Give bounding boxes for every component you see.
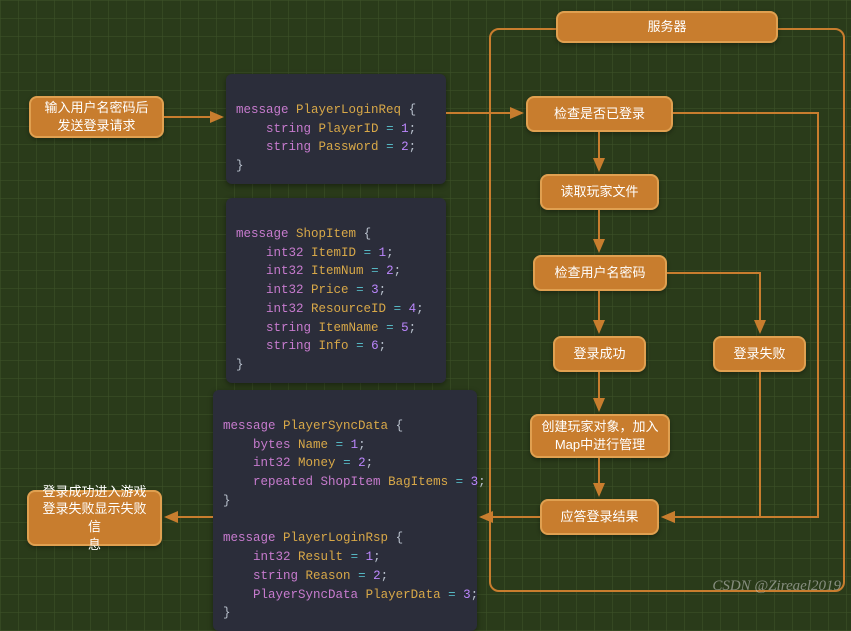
client-input-node: 输入用户名密码后发送登录请求 [29,96,164,138]
code-playerloginreq: message PlayerLoginReq { string PlayerID… [226,74,446,184]
respond-node: 应答登录结果 [540,499,659,535]
code-shopitem: message ShopItem { int32 ItemID = 1; int… [226,198,446,383]
client-output-node: 登录成功进入游戏登录失败显示失败信息 [27,490,162,546]
read-file-node: 读取玩家文件 [540,174,659,210]
server-title: 服务器 [556,11,778,43]
watermark: CSDN @Zireael2019 [712,578,841,595]
login-ok-node: 登录成功 [553,336,646,372]
login-fail-node: 登录失败 [713,336,806,372]
create-player-node: 创建玩家对象，加入Map中进行管理 [530,414,670,458]
check-creds-node: 检查用户名密码 [533,255,667,291]
code-playersync-rsp: message PlayerSyncData { bytes Name = 1;… [213,390,477,631]
check-login-node: 检查是否已登录 [526,96,673,132]
